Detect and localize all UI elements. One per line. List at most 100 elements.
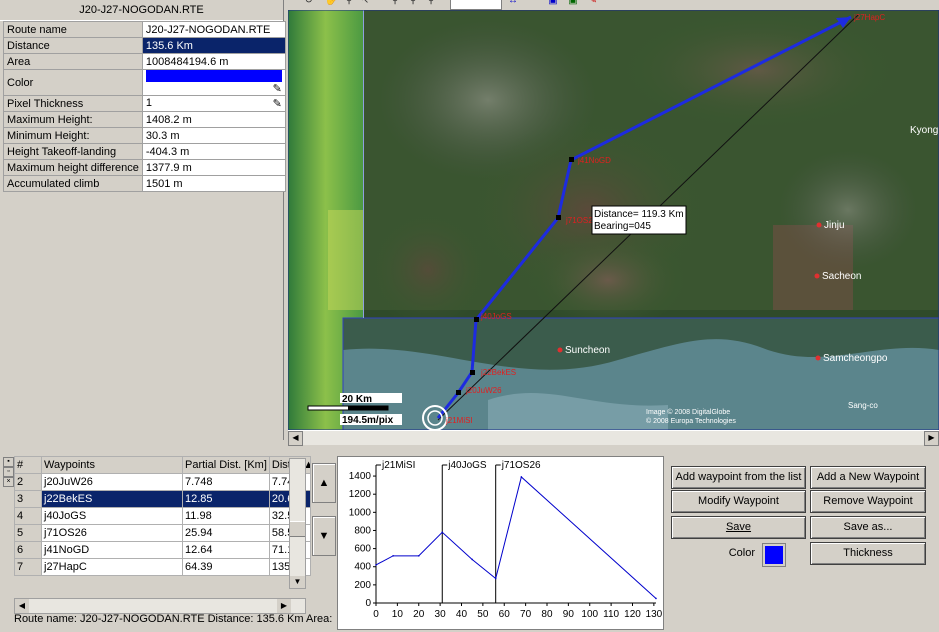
property-value[interactable]: 1008484194.6 m	[141, 53, 286, 70]
x-tick-label: 90	[563, 609, 575, 620]
thickness-value-cell[interactable]: 1 ✎	[141, 95, 286, 113]
property-row[interactable]: Area 1008484194.6 m	[3, 53, 286, 70]
scroll-right-icon[interactable]: ▶	[277, 599, 291, 613]
scroll-thumb[interactable]	[290, 521, 305, 537]
svg-text:j20JuW26: j20JuW26	[465, 386, 502, 395]
pan-hand-icon[interactable]: ✋	[324, 0, 338, 8]
y-tick-label: 400	[354, 562, 371, 573]
x-tick-label: 80	[541, 609, 553, 620]
column-header[interactable]: #	[14, 456, 42, 474]
row-number: 6	[14, 541, 42, 559]
scroll-right-icon[interactable]: ▶	[924, 431, 939, 446]
row-number: 5	[14, 524, 42, 542]
zoom-in-icon[interactable]: ⚲	[388, 0, 402, 8]
waypoint-marker-label: j40JoGS	[447, 460, 487, 471]
scroll-down-icon[interactable]: ▼	[290, 576, 305, 588]
column-header[interactable]: Partial Dist. [Km]	[182, 456, 270, 474]
property-value[interactable]: 135.6 Km	[141, 37, 286, 54]
zoom-icon[interactable]: ⚲	[342, 0, 356, 8]
property-row[interactable]: Pixel Thickness 1 ✎	[3, 95, 286, 113]
property-row[interactable]: Distance 135.6 Km	[3, 37, 286, 54]
scroll-left-icon[interactable]: ◀	[288, 431, 303, 446]
rotate-icon[interactable]: ↺	[302, 0, 316, 8]
city-label: Jinju	[824, 220, 845, 231]
color-value-cell[interactable]: ✎	[141, 68, 286, 97]
property-row[interactable]: Height Takeoff-landing -404.3 m	[3, 143, 286, 161]
arrow-up-icon: ▲	[318, 477, 330, 489]
picture-icon[interactable]: ▣	[566, 0, 580, 8]
scroll-left-icon[interactable]: ◀	[15, 599, 29, 613]
table-row[interactable]: 2 j20JuW26 7.748 7.748	[14, 473, 311, 491]
scale-input[interactable]	[450, 0, 502, 10]
x-tick-label: 0	[373, 609, 379, 620]
waypoint-marker-label: j71OS26	[501, 460, 541, 471]
pencil-icon[interactable]: ✎	[273, 97, 282, 110]
map-horizontal-scrollbar[interactable]: ◀ ▶	[288, 430, 939, 446]
pencil-icon[interactable]: ✎	[273, 82, 282, 95]
property-key: Color	[3, 68, 143, 97]
route-color-swatch[interactable]	[145, 70, 282, 83]
property-value[interactable]: J20-J27-NOGODAN.RTE	[141, 21, 286, 38]
partial-distance: 25.94	[182, 524, 270, 542]
zoom-out-icon[interactable]: ⚲	[406, 0, 420, 8]
properties-table: Route name J20-J27-NOGODAN.RTE Distance 13…	[3, 21, 286, 193]
property-row[interactable]: Accumulated climb 1501 m	[3, 175, 286, 193]
distance-tooltip: Distance= 119.3 Km Bearing=045	[591, 205, 687, 235]
pin-icon[interactable]: ▫	[3, 467, 14, 477]
column-header[interactable]: Waypoints	[41, 456, 183, 474]
partial-distance: 64.39	[182, 558, 270, 576]
y-tick-label: 800	[354, 525, 371, 536]
elevation-point	[494, 577, 497, 580]
waypoint-name[interactable]: j27HapC	[41, 558, 183, 576]
x-tick-label: 120	[624, 609, 641, 620]
map-canvas[interactable]: j41NoGD j71OS26 j40JoGS j22BekES j20JuW2…	[288, 10, 939, 430]
elevation-point	[417, 555, 420, 557]
property-value[interactable]: 1	[146, 97, 152, 109]
property-row[interactable]: Color ✎	[3, 68, 286, 97]
waypoint-horizontal-scrollbar[interactable]: ◀ ▶	[14, 598, 306, 614]
add-waypoint-from-list-button[interactable]: Add waypoint from the list	[671, 466, 806, 489]
thickness-button[interactable]: Thickness	[810, 542, 926, 565]
waypoint-vertical-scrollbar[interactable]: ▼	[289, 458, 306, 589]
property-value: 1377.9 m	[141, 159, 286, 177]
table-row[interactable]: 3 j22BekES 12.85 20.60	[14, 490, 311, 508]
color-label: Color	[728, 547, 755, 559]
waypoint-name[interactable]: j40JoGS	[41, 507, 183, 525]
dock-icon[interactable]: ▪	[3, 457, 14, 467]
save-as-button[interactable]: Save as...	[810, 516, 926, 539]
measure-icon[interactable]: ▣	[546, 0, 560, 8]
table-row[interactable]: 5 j71OS26 25.94 58.53	[14, 524, 311, 542]
satellite-map[interactable]: j41NoGD j71OS26 j40JoGS j22BekES j20JuW2…	[288, 10, 939, 430]
property-row[interactable]: Maximum height difference 1377.9 m	[3, 159, 286, 177]
y-tick-label: 600	[354, 544, 371, 555]
waypoint-icon[interactable]: ✎	[586, 0, 600, 8]
select-arrow-icon[interactable]: ↖	[358, 0, 372, 8]
move-icon[interactable]: ↔	[506, 0, 520, 8]
waypoint-name[interactable]: j41NoGD	[41, 541, 183, 559]
property-row[interactable]: Maximum Height: 1408.2 m	[3, 111, 286, 129]
elevation-point	[392, 555, 394, 557]
property-value: 1408.2 m	[141, 111, 286, 129]
modify-waypoint-button[interactable]: Modify Waypoint	[671, 490, 806, 513]
table-row[interactable]: 4 j40JoGS 11.98 32.58	[14, 507, 311, 525]
y-tick-label: 200	[354, 580, 371, 591]
elevation-point	[655, 597, 657, 600]
property-row[interactable]: Minimum Height: 30.3 m	[3, 127, 286, 145]
remove-waypoint-button[interactable]: Remove Waypoint	[810, 490, 926, 513]
line-color-swatch[interactable]	[762, 543, 786, 567]
move-down-button[interactable]: ▼	[312, 516, 336, 556]
table-row[interactable]: 6 j41NoGD 12.64 71.17	[14, 541, 311, 559]
x-tick-label: 100	[581, 609, 598, 620]
waypoint-name[interactable]: j22BekES	[41, 490, 183, 508]
table-row[interactable]: 7 j27HapC 64.39 135.6	[14, 558, 311, 576]
waypoint-name[interactable]: j71OS26	[41, 524, 183, 542]
waypoint-name[interactable]: j20JuW26	[41, 473, 183, 491]
profile-svg: 0 200 400 600 800 1000 1200 1400 0 10 20 30 40 50 60 70…	[349, 460, 663, 620]
close-icon[interactable]: ×	[3, 477, 14, 487]
property-row[interactable]: Route name J20-J27-NOGODAN.RTE	[3, 21, 286, 38]
save-button[interactable]: Save	[671, 516, 806, 539]
move-up-button[interactable]: ▲	[312, 463, 336, 503]
x-tick-label: 130	[646, 609, 663, 620]
add-new-waypoint-button[interactable]: Add a New Waypoint	[810, 466, 926, 489]
zoom-window-icon[interactable]: ⚲	[424, 0, 438, 8]
